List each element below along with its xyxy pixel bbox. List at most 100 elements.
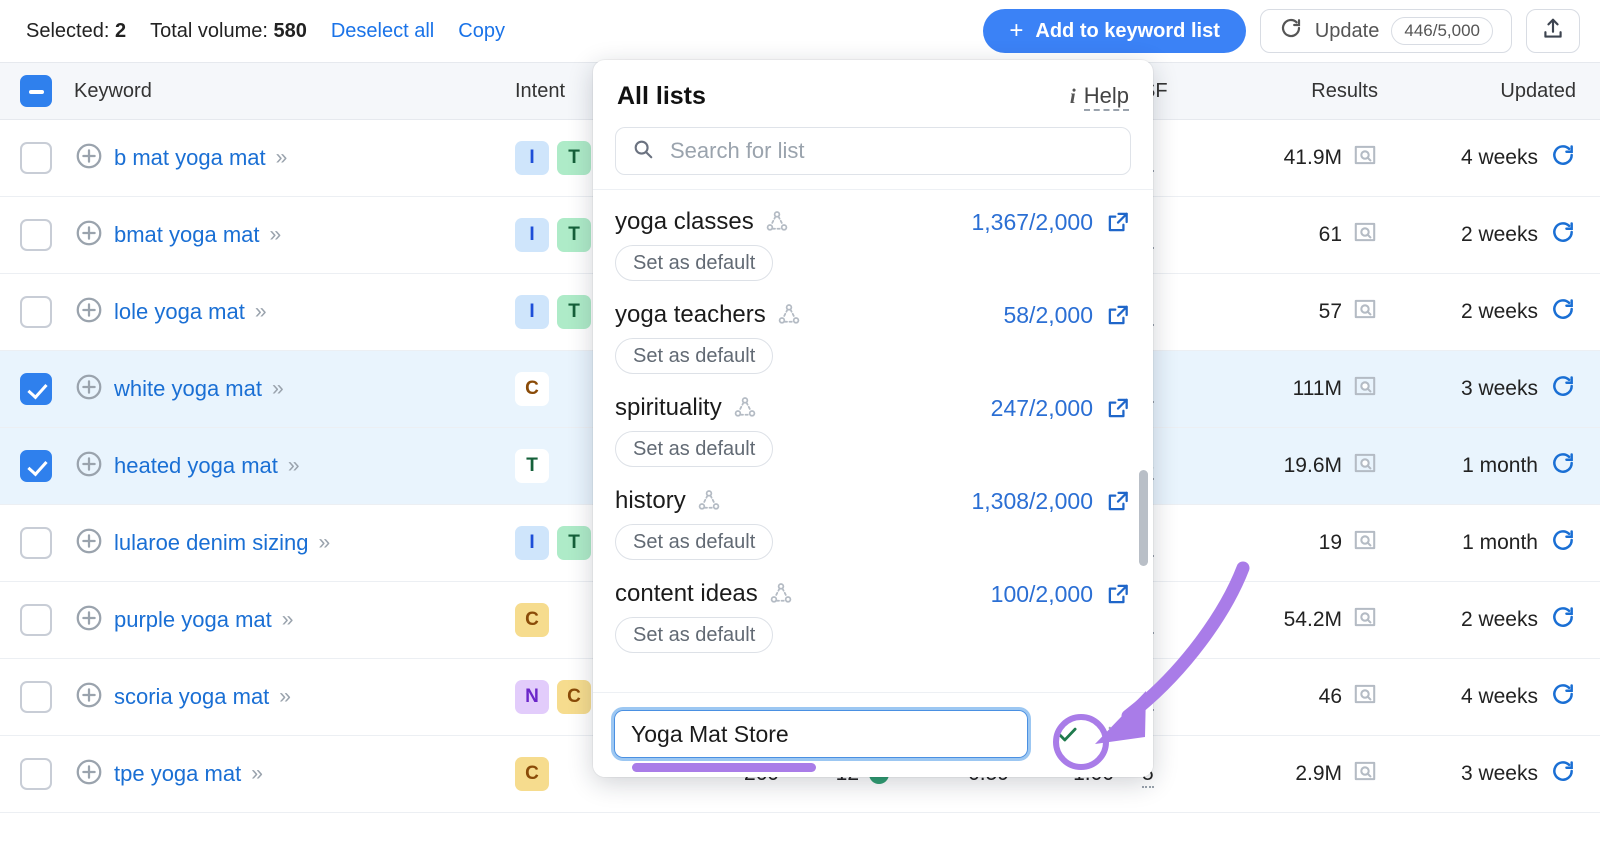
chevron-right-icon[interactable]: » [318,531,330,555]
deselect-all-link[interactable]: Deselect all [331,20,434,43]
list-item[interactable]: history 1,308/2,000 Set as default [593,475,1153,568]
list-count[interactable]: 1,367/2,000 [971,209,1093,236]
set-as-default-button[interactable]: Set as default [615,617,774,653]
set-as-default-button[interactable]: Set as default [615,245,774,281]
chevron-right-icon[interactable]: » [251,762,263,786]
intent-badge-i[interactable]: I [515,141,549,175]
open-external-icon[interactable] [1105,302,1131,328]
add-keyword-icon[interactable] [74,218,104,253]
intent-badge-t[interactable]: T [557,526,591,560]
intent-badge-i[interactable]: I [515,526,549,560]
intent-badge-i[interactable]: I [515,218,549,252]
search-input[interactable] [668,137,1114,165]
serp-preview-icon[interactable] [1352,681,1378,713]
refresh-row-icon[interactable] [1550,373,1576,405]
add-keyword-icon[interactable] [74,141,104,176]
row-checkbox[interactable] [20,296,52,328]
set-as-default-button[interactable]: Set as default [615,524,774,560]
row-checkbox[interactable] [20,758,52,790]
popup-help-group[interactable]: i Help [1070,83,1129,111]
intent-badge-t[interactable]: T [557,141,591,175]
list-name[interactable]: yoga teachers [615,301,766,329]
list-count[interactable]: 58/2,000 [1003,302,1093,329]
intent-badge-c[interactable]: C [515,757,549,791]
refresh-row-icon[interactable] [1550,604,1576,636]
chevron-right-icon[interactable]: » [288,454,300,478]
add-keyword-icon[interactable] [74,372,104,407]
export-button[interactable] [1526,9,1580,53]
list-count[interactable]: 100/2,000 [991,581,1093,608]
chevron-right-icon[interactable]: » [255,300,267,324]
list-name[interactable]: history [615,487,686,515]
intent-badge-i[interactable]: I [515,295,549,329]
set-as-default-button[interactable]: Set as default [615,338,774,374]
serp-preview-icon[interactable] [1352,604,1378,636]
row-checkbox[interactable] [20,527,52,559]
lists-container[interactable]: yoga classes 1,367/2,000 Set as default yog… [593,189,1153,692]
list-item[interactable]: content ideas 100/2,000 Set as default [593,568,1153,661]
refresh-row-icon[interactable] [1550,219,1576,251]
add-keyword-icon[interactable] [74,603,104,638]
row-checkbox[interactable] [20,604,52,636]
serp-preview-icon[interactable] [1352,450,1378,482]
refresh-row-icon[interactable] [1550,142,1576,174]
keyword-link[interactable]: lularoe denim sizing [114,530,308,556]
add-keyword-icon[interactable] [74,295,104,330]
intent-badge-t[interactable]: T [515,449,549,483]
list-name[interactable]: spirituality [615,394,722,422]
refresh-row-icon[interactable] [1550,450,1576,482]
header-results[interactable]: Results [1190,80,1400,103]
intent-badge-c[interactable]: C [557,680,591,714]
intent-badge-c[interactable]: C [515,372,549,406]
new-list-field[interactable] [614,710,1028,758]
intent-badge-t[interactable]: T [557,295,591,329]
list-item[interactable]: yoga teachers 58/2,000 Set as default [593,289,1153,382]
open-external-icon[interactable] [1105,395,1131,421]
header-keyword[interactable]: Keyword [72,80,515,103]
chevron-right-icon[interactable]: » [282,608,294,632]
row-checkbox[interactable] [20,373,52,405]
list-item[interactable]: spirituality 247/2,000 Set as default [593,382,1153,475]
row-checkbox[interactable] [20,681,52,713]
new-list-name-input[interactable] [629,719,1013,749]
add-to-keyword-list-button[interactable]: + Add to keyword list [983,9,1246,53]
popup-scrollbar-thumb[interactable] [1139,470,1148,566]
chevron-right-icon[interactable]: » [272,377,284,401]
keyword-link[interactable]: lole yoga mat [114,299,245,325]
refresh-row-icon[interactable] [1550,758,1576,790]
set-as-default-button[interactable]: Set as default [615,431,774,467]
chevron-right-icon[interactable]: » [270,223,282,247]
chevron-right-icon[interactable]: » [279,685,291,709]
intent-badge-c[interactable]: C [515,603,549,637]
row-checkbox[interactable] [20,450,52,482]
serp-preview-icon[interactable] [1352,296,1378,328]
row-checkbox[interactable] [20,219,52,251]
keyword-link[interactable]: purple yoga mat [114,607,272,633]
refresh-row-icon[interactable] [1550,296,1576,328]
list-count[interactable]: 247/2,000 [991,395,1093,422]
keyword-link[interactable]: white yoga mat [114,376,262,402]
intent-badge-t[interactable]: T [557,218,591,252]
serp-preview-icon[interactable] [1352,527,1378,559]
refresh-row-icon[interactable] [1550,681,1576,713]
serp-preview-icon[interactable] [1352,758,1378,790]
add-keyword-icon[interactable] [74,526,104,561]
serp-preview-icon[interactable] [1352,373,1378,405]
keyword-link[interactable]: b mat yoga mat [114,145,266,171]
update-button[interactable]: Update 446/5,000 [1259,9,1512,53]
serp-preview-icon[interactable] [1352,219,1378,251]
list-name[interactable]: content ideas [615,580,758,608]
open-external-icon[interactable] [1105,488,1131,514]
intent-badge-n[interactable]: N [515,680,549,714]
add-keyword-icon[interactable] [74,680,104,715]
help-link[interactable]: Help [1083,83,1129,111]
add-keyword-icon[interactable] [74,449,104,484]
chevron-right-icon[interactable]: » [276,146,288,170]
list-count[interactable]: 1,308/2,000 [971,488,1093,515]
copy-link[interactable]: Copy [458,20,505,43]
list-item[interactable]: yoga classes 1,367/2,000 Set as default [593,196,1153,289]
keyword-link[interactable]: scoria yoga mat [114,684,269,710]
add-keyword-icon[interactable] [74,757,104,792]
row-checkbox[interactable] [20,142,52,174]
header-updated[interactable]: Updated [1400,80,1600,103]
